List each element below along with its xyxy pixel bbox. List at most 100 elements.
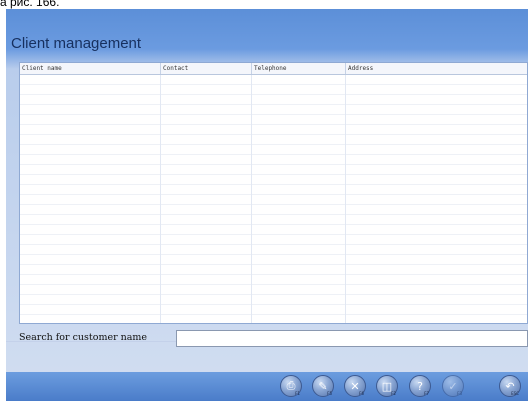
table-body[interactable] bbox=[20, 75, 527, 323]
table-cell bbox=[346, 265, 527, 275]
table-cell bbox=[20, 125, 161, 135]
column-header-telephone[interactable]: Telephone bbox=[252, 63, 346, 74]
table-row[interactable] bbox=[20, 95, 527, 105]
table-cell bbox=[161, 75, 252, 85]
table-row[interactable] bbox=[20, 315, 527, 323]
table-cell bbox=[161, 85, 252, 95]
table-row[interactable] bbox=[20, 165, 527, 175]
table-cell bbox=[20, 265, 161, 275]
key-hint: F2 bbox=[391, 391, 396, 396]
exit-button[interactable]: ↶ ESC bbox=[499, 375, 521, 397]
table-cell bbox=[252, 265, 346, 275]
table-row[interactable] bbox=[20, 285, 527, 295]
table-cell bbox=[161, 145, 252, 155]
search-input[interactable] bbox=[176, 330, 528, 347]
table-cell bbox=[161, 105, 252, 115]
table-cell bbox=[252, 95, 346, 105]
table-row[interactable] bbox=[20, 235, 527, 245]
table-cell bbox=[161, 175, 252, 185]
table-cell bbox=[161, 245, 252, 255]
table-cell bbox=[161, 265, 252, 275]
table-row[interactable] bbox=[20, 125, 527, 135]
table-cell bbox=[252, 225, 346, 235]
table-cell bbox=[20, 275, 161, 285]
key-hint: F1 bbox=[295, 391, 300, 396]
table-cell bbox=[20, 215, 161, 225]
table-row[interactable] bbox=[20, 85, 527, 95]
table-cell bbox=[20, 95, 161, 105]
table-cell bbox=[252, 235, 346, 245]
column-header-client-name[interactable]: Client name bbox=[20, 63, 161, 74]
help-button[interactable]: ? F7 bbox=[409, 375, 431, 397]
help-icon: ? bbox=[417, 379, 423, 393]
table-cell bbox=[252, 185, 346, 195]
table-row[interactable] bbox=[20, 105, 527, 115]
key-hint: F7 bbox=[424, 391, 429, 396]
table-cell bbox=[20, 75, 161, 85]
table-cell bbox=[252, 125, 346, 135]
table-cell bbox=[346, 155, 527, 165]
table-cell bbox=[346, 175, 527, 185]
table-row[interactable] bbox=[20, 145, 527, 155]
table-cell bbox=[346, 145, 527, 155]
table-cell bbox=[20, 165, 161, 175]
key-hint: F6 bbox=[359, 391, 364, 396]
table-cell bbox=[20, 245, 161, 255]
table-cell bbox=[20, 195, 161, 205]
page-title: Client management bbox=[11, 35, 142, 52]
table-cell bbox=[20, 105, 161, 115]
table-header: Client name Contact Telephone Address bbox=[20, 63, 527, 75]
edit-button[interactable]: ✎ F5 bbox=[312, 375, 334, 397]
table-cell bbox=[252, 195, 346, 205]
table-cell bbox=[20, 115, 161, 125]
table-cell bbox=[252, 315, 346, 323]
table-row[interactable] bbox=[20, 205, 527, 215]
table-row[interactable] bbox=[20, 155, 527, 165]
table-cell bbox=[346, 95, 527, 105]
table-row[interactable] bbox=[20, 265, 527, 275]
table-cell bbox=[252, 145, 346, 155]
table-row[interactable] bbox=[20, 215, 527, 225]
table-row[interactable] bbox=[20, 225, 527, 235]
table-row[interactable] bbox=[20, 135, 527, 145]
table-row[interactable] bbox=[20, 295, 527, 305]
column-header-contact[interactable]: Contact bbox=[161, 63, 252, 74]
table-row[interactable] bbox=[20, 185, 527, 195]
confirm-button[interactable]: ✓ F3 bbox=[442, 375, 464, 397]
table-cell bbox=[161, 225, 252, 235]
table-row[interactable] bbox=[20, 115, 527, 125]
table-row[interactable] bbox=[20, 275, 527, 285]
table-cell bbox=[252, 205, 346, 215]
key-hint: ESC bbox=[511, 391, 519, 396]
table-row[interactable] bbox=[20, 195, 527, 205]
table-cell bbox=[346, 225, 527, 235]
table-row[interactable] bbox=[20, 255, 527, 265]
table-cell bbox=[346, 275, 527, 285]
table-row[interactable] bbox=[20, 75, 527, 85]
caption-text: а рис. 166. bbox=[0, 0, 60, 9]
key-hint: F5 bbox=[327, 391, 332, 396]
save-button[interactable]: ◫ F2 bbox=[376, 375, 398, 397]
table-row[interactable] bbox=[20, 305, 527, 315]
table-cell bbox=[161, 185, 252, 195]
table-cell bbox=[20, 135, 161, 145]
table-cell bbox=[20, 155, 161, 165]
table-cell bbox=[346, 235, 527, 245]
table-cell bbox=[161, 135, 252, 145]
table-cell bbox=[161, 285, 252, 295]
table-cell bbox=[252, 75, 346, 85]
search-bar: Search for customer name bbox=[19, 330, 528, 347]
table-cell bbox=[20, 225, 161, 235]
table-row[interactable] bbox=[20, 175, 527, 185]
bottom-toolbar: ⎙ F1 ✎ F5 ✕ F6 ◫ F2 ? F7 ✓ F3 ↶ ESC bbox=[6, 372, 528, 401]
table-cell bbox=[252, 105, 346, 115]
table-cell bbox=[346, 125, 527, 135]
print-button[interactable]: ⎙ F1 bbox=[280, 375, 302, 397]
table-row[interactable] bbox=[20, 245, 527, 255]
delete-button[interactable]: ✕ F6 bbox=[344, 375, 366, 397]
table-cell bbox=[20, 295, 161, 305]
table-cell bbox=[346, 215, 527, 225]
table-cell bbox=[20, 305, 161, 315]
column-header-address[interactable]: Address bbox=[346, 63, 527, 74]
table-cell bbox=[252, 255, 346, 265]
